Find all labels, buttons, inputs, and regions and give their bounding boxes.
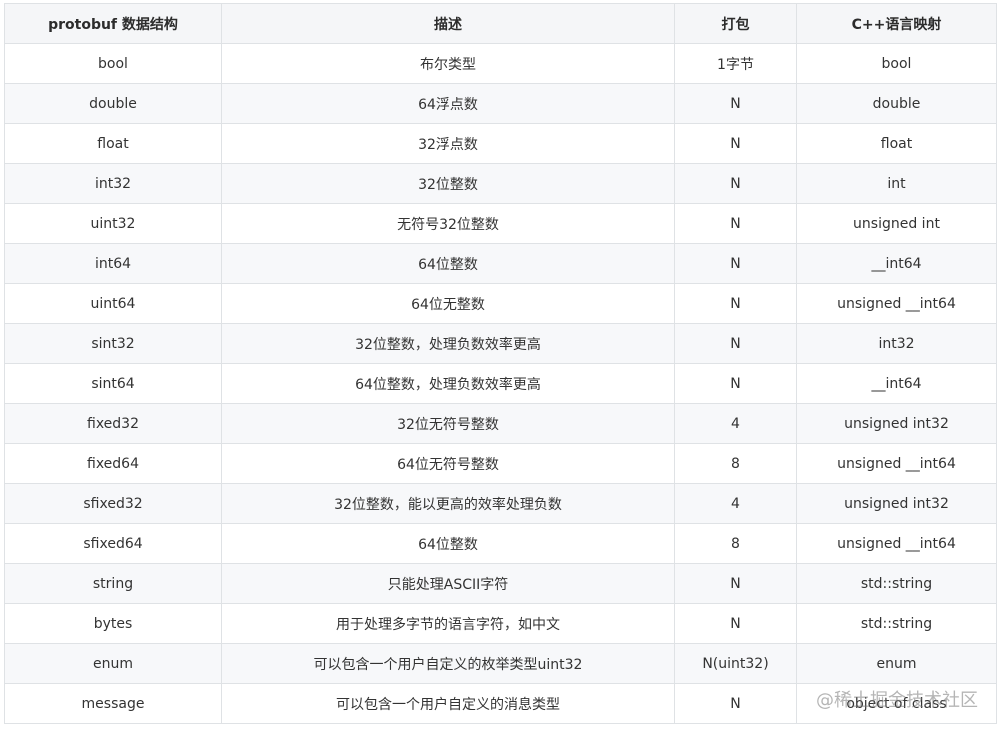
table-row: fixed32 32位无符号整数 4 unsigned int32: [4, 403, 997, 444]
cell-cpp-mapping: unsigned int32: [796, 403, 997, 444]
cell-protobuf-type: string: [4, 563, 222, 604]
cell-protobuf-type: int32: [4, 163, 222, 204]
table-row: uint32 无符号32位整数 Nunsigned int: [4, 203, 997, 244]
cell-packing: N(uint32): [674, 643, 797, 684]
cell-packing: 8: [674, 443, 797, 484]
cell-description: 32位整数: [221, 163, 675, 204]
table-row: sfixed64 64位整数 8 unsigned __int64: [4, 523, 997, 564]
cell-cpp-mapping: __int64: [796, 243, 997, 284]
cell-packing: N: [674, 243, 797, 284]
table-row: sint32 32位整数，处理负数效率更高 Nint32: [4, 323, 997, 364]
cell-packing: N: [674, 163, 797, 204]
table-header: protobuf 数据结构 描述 打包 C++语言映射: [4, 3, 997, 44]
cell-packing: N: [674, 683, 797, 724]
cell-packing: N: [674, 323, 797, 364]
cell-protobuf-type: sfixed32: [4, 483, 222, 524]
cell-protobuf-type: int64: [4, 243, 222, 284]
cell-packing: N: [674, 363, 797, 404]
cell-cpp-mapping: unsigned __int64: [796, 283, 997, 324]
table-row: uint64 64位无整数 Nunsigned __int64: [4, 283, 997, 324]
cell-protobuf-type: sint64: [4, 363, 222, 404]
table-row: int64 64位整数 N __int64: [4, 243, 997, 284]
cell-description: 32位无符号整数: [221, 403, 675, 444]
cell-description: 只能处理ASCII字符: [221, 563, 675, 604]
protobuf-type-table: protobuf 数据结构 描述 打包 C++语言映射 bool 布尔类型 1字节 b…: [4, 3, 997, 724]
table-row: bool 布尔类型 1字节 bool: [4, 43, 997, 84]
cell-description: 布尔类型: [221, 43, 675, 84]
header-cpp-mapping: C++语言映射: [796, 3, 997, 44]
cell-protobuf-type: bool: [4, 43, 222, 84]
cell-description: 用于处理多字节的语言字符，如中文: [221, 603, 675, 644]
cell-protobuf-type: float: [4, 123, 222, 164]
table-row: sint64 64位整数，处理负数效率更高 N __int64: [4, 363, 997, 404]
cell-protobuf-type: uint64: [4, 283, 222, 324]
header-packing: 打包: [674, 3, 797, 44]
table-row: double 64浮点数 Ndouble: [4, 83, 997, 124]
cell-cpp-mapping: bool: [796, 43, 997, 84]
cell-cpp-mapping: float: [796, 123, 997, 164]
cell-cpp-mapping: int32: [796, 323, 997, 364]
cell-cpp-mapping: std::string: [796, 563, 997, 604]
cell-description: 64位整数: [221, 523, 675, 564]
table-body: bool 布尔类型 1字节 bool double 64浮点数 Ndouble float 32…: [4, 43, 997, 724]
table-row: sfixed32 32位整数，能以更高的效率处理负数 4 unsigned int32: [4, 483, 997, 524]
cell-description: 64位无整数: [221, 283, 675, 324]
table-row: message 可以包含一个用户自定义的消息类型 Nobject of class: [4, 683, 997, 724]
header-row: protobuf 数据结构 描述 打包 C++语言映射: [4, 3, 997, 44]
cell-description: 32位整数，处理负数效率更高: [221, 323, 675, 364]
table-row: string 只能处理ASCII字符 Nstd::string: [4, 563, 997, 604]
cell-description: 无符号32位整数: [221, 203, 675, 244]
cell-protobuf-type: bytes: [4, 603, 222, 644]
table-row: bytes 用于处理多字节的语言字符，如中文 Nstd::string: [4, 603, 997, 644]
cell-protobuf-type: sfixed64: [4, 523, 222, 564]
cell-description: 可以包含一个用户自定义的枚举类型uint32: [221, 643, 675, 684]
table-row: float 32浮点数 Nfloat: [4, 123, 997, 164]
cell-cpp-mapping: __int64: [796, 363, 997, 404]
cell-cpp-mapping: unsigned int32: [796, 483, 997, 524]
data-type-table-container: protobuf 数据结构 描述 打包 C++语言映射 bool 布尔类型 1字节 b…: [4, 3, 997, 724]
cell-packing: N: [674, 203, 797, 244]
cell-protobuf-type: double: [4, 83, 222, 124]
cell-cpp-mapping: double: [796, 83, 997, 124]
cell-description: 32浮点数: [221, 123, 675, 164]
cell-cpp-mapping: unsigned __int64: [796, 523, 997, 564]
cell-cpp-mapping: unsigned int: [796, 203, 997, 244]
cell-description: 64位无符号整数: [221, 443, 675, 484]
cell-packing: 8: [674, 523, 797, 564]
header-description: 描述: [221, 3, 675, 44]
cell-packing: 4: [674, 483, 797, 524]
table-row: int32 32位整数 Nint: [4, 163, 997, 204]
cell-cpp-mapping: std::string: [796, 603, 997, 644]
cell-description: 64位整数: [221, 243, 675, 284]
table-row: enum 可以包含一个用户自定义的枚举类型uint32 N(uint32) enum: [4, 643, 997, 684]
cell-protobuf-type: sint32: [4, 323, 222, 364]
cell-description: 64浮点数: [221, 83, 675, 124]
table-row: fixed64 64位无符号整数 8 unsigned __int64: [4, 443, 997, 484]
cell-packing: N: [674, 603, 797, 644]
cell-protobuf-type: enum: [4, 643, 222, 684]
cell-packing: N: [674, 283, 797, 324]
cell-protobuf-type: uint32: [4, 203, 222, 244]
cell-cpp-mapping: enum: [796, 643, 997, 684]
cell-packing: 4: [674, 403, 797, 444]
cell-protobuf-type: message: [4, 683, 222, 724]
cell-packing: 1字节: [674, 43, 797, 84]
cell-cpp-mapping: int: [796, 163, 997, 204]
cell-description: 64位整数，处理负数效率更高: [221, 363, 675, 404]
cell-protobuf-type: fixed64: [4, 443, 222, 484]
cell-protobuf-type: fixed32: [4, 403, 222, 444]
cell-cpp-mapping: unsigned __int64: [796, 443, 997, 484]
cell-packing: N: [674, 123, 797, 164]
header-protobuf-type: protobuf 数据结构: [4, 3, 222, 44]
cell-description: 32位整数，能以更高的效率处理负数: [221, 483, 675, 524]
cell-cpp-mapping: object of class: [796, 683, 997, 724]
cell-description: 可以包含一个用户自定义的消息类型: [221, 683, 675, 724]
cell-packing: N: [674, 563, 797, 604]
cell-packing: N: [674, 83, 797, 124]
